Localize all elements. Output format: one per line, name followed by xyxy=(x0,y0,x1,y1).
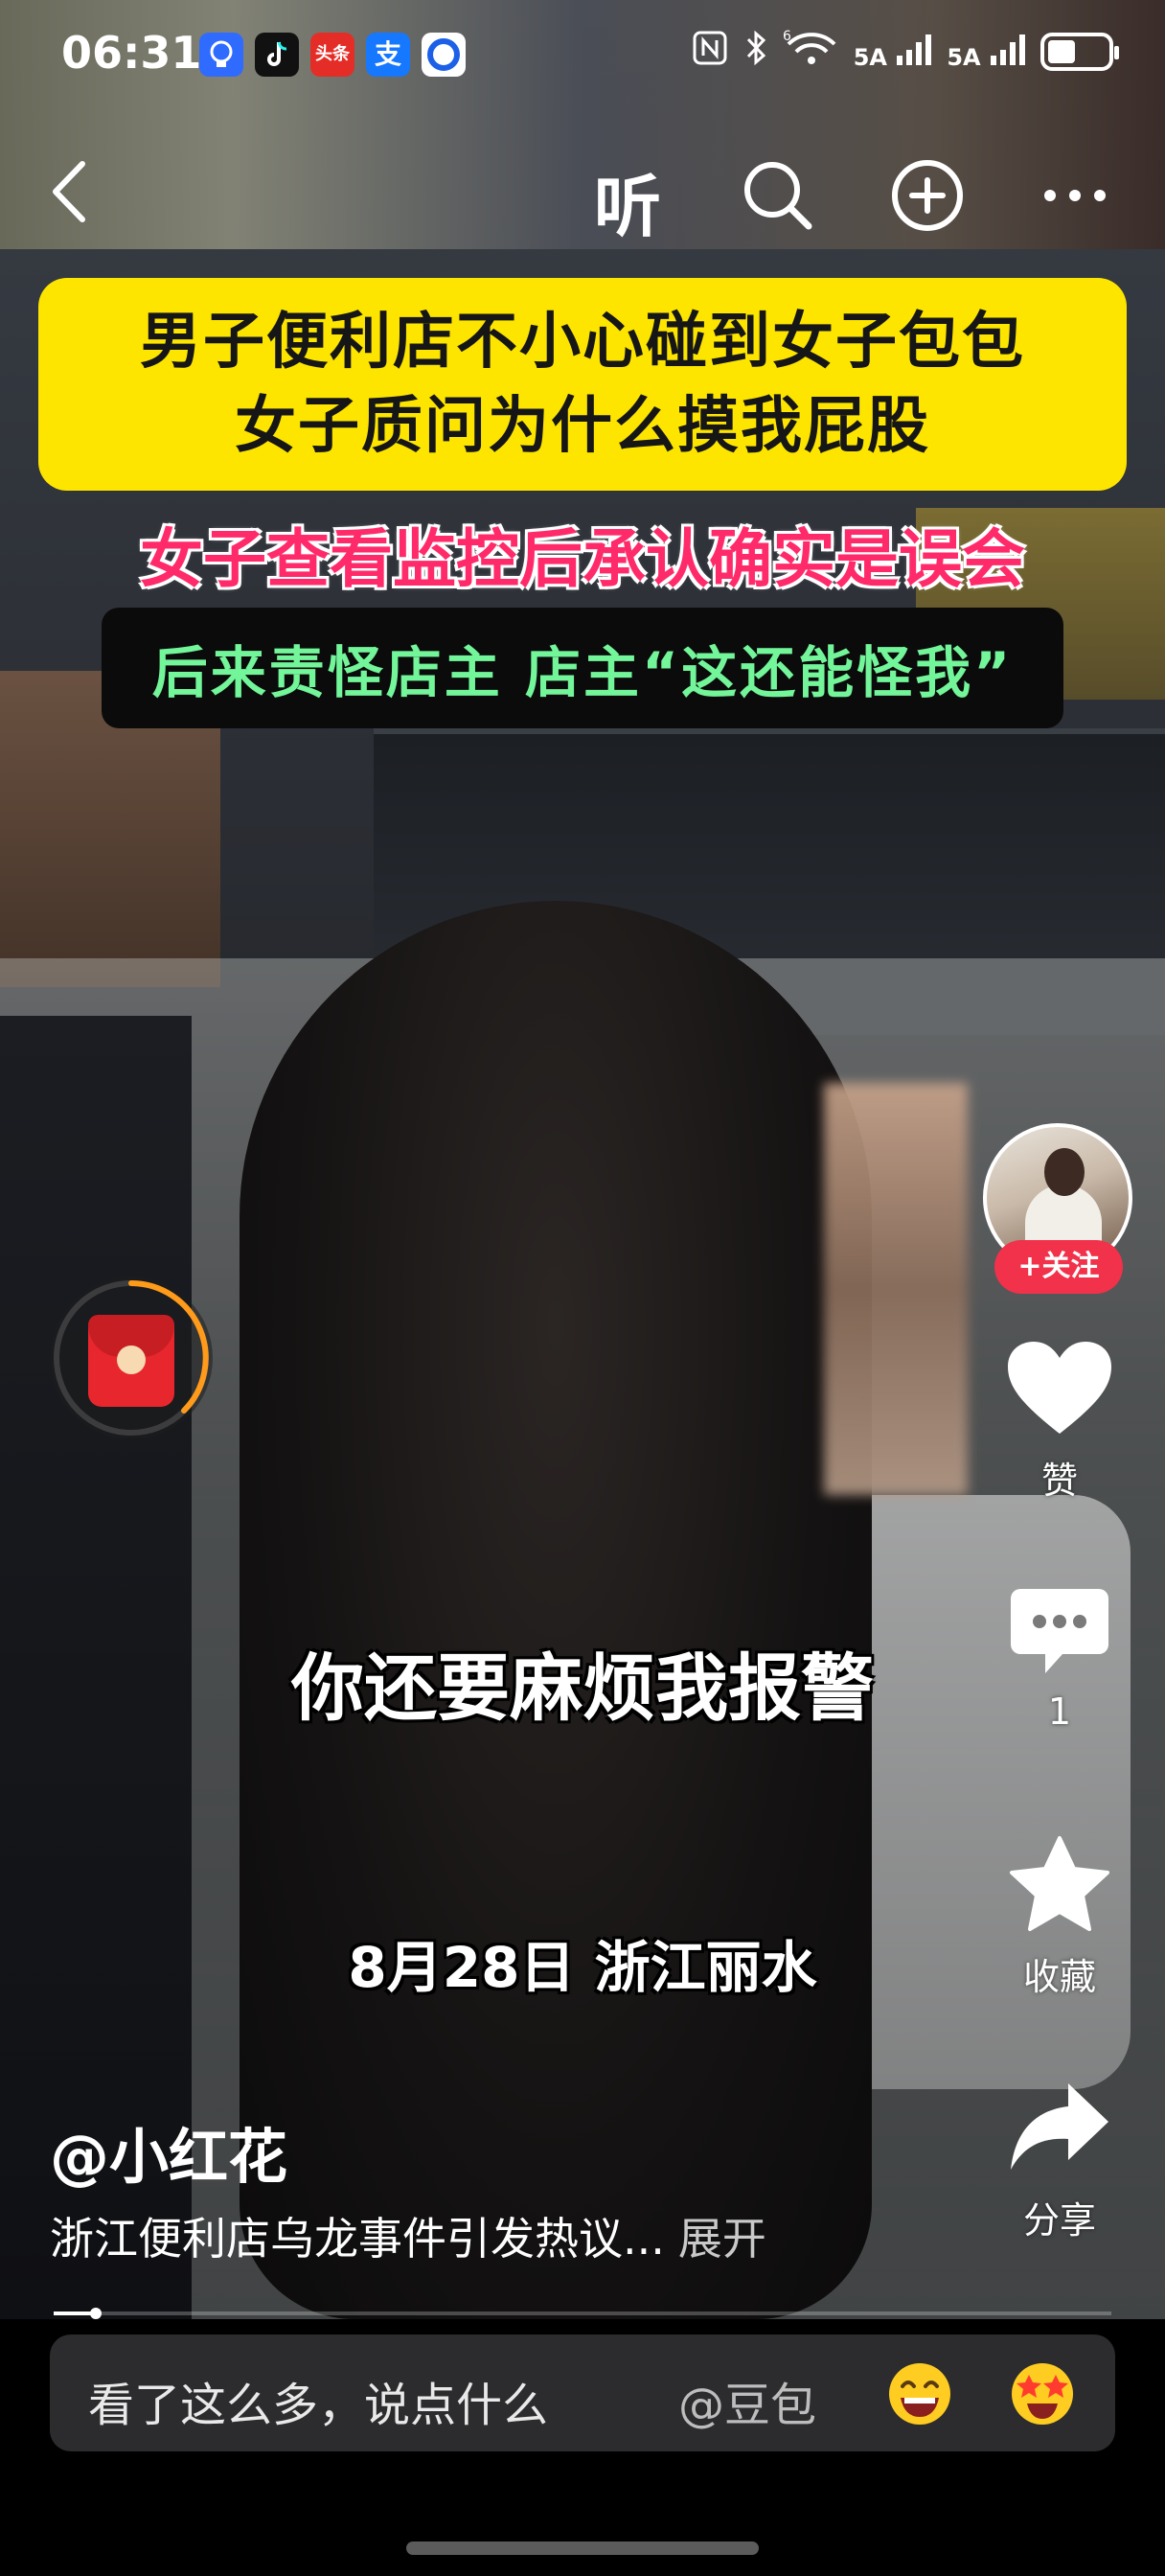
like-label: 赞 xyxy=(1040,1460,1078,1502)
nfc-icon xyxy=(691,29,729,75)
status-time: 06:31 xyxy=(61,27,202,79)
star-icon xyxy=(1010,1836,1109,1931)
red-packet-button[interactable] xyxy=(50,1276,213,1439)
headline-line-2: 女子质问为什么摸我屁股 xyxy=(235,391,930,462)
mention-doubao-button[interactable]: @豆包 xyxy=(678,2367,816,2434)
video-subtitle: 你还要麻烦我报警 xyxy=(291,1645,874,1731)
browser-icon xyxy=(422,33,466,77)
avatar-figure-head xyxy=(1044,1148,1085,1196)
back-arrow-icon[interactable] xyxy=(46,158,94,225)
share-label: 分享 xyxy=(1022,2199,1096,2242)
heart-icon xyxy=(1008,1342,1111,1434)
comment-placeholder: 看了这么多，说点什么 xyxy=(88,2379,549,2432)
green-caption: 后来责怪店主 店主“这还能怪我” xyxy=(102,608,1063,728)
video-progress-bar[interactable] xyxy=(54,2308,1111,2319)
more-options-icon[interactable] xyxy=(1037,157,1113,234)
expand-link[interactable]: 展开 xyxy=(678,2213,766,2265)
favorite-button[interactable]: 收藏 xyxy=(993,1834,1127,2000)
status-indicators: 6 5A 5A xyxy=(691,29,1119,75)
headline-caption: 男子便利店不小心碰到女子包包 女子质问为什么摸我屁股 xyxy=(38,278,1127,491)
add-circle-icon[interactable] xyxy=(889,157,966,234)
tiktok-icon xyxy=(255,33,299,77)
bluetooth-icon xyxy=(742,29,769,75)
status-bar: 06:31 头条 支 6 5A 5A xyxy=(0,0,1165,115)
favorite-label: 收藏 xyxy=(1022,1956,1096,1998)
share-arrow-icon xyxy=(1011,2083,1108,2170)
alipay-icon: 支 xyxy=(366,33,410,77)
signal-strength-2: 5A xyxy=(947,33,1027,71)
author-name[interactable]: @小红花 xyxy=(50,2108,287,2195)
grinning-emoji-icon[interactable] xyxy=(885,2359,954,2428)
date-location-caption: 8月28日 浙江丽水 xyxy=(348,1935,817,2000)
like-button[interactable]: 赞 xyxy=(993,1338,1127,1504)
signal-label-2: 5A xyxy=(947,44,981,71)
share-button[interactable]: 分享 xyxy=(993,2078,1127,2243)
comment-count: 1 xyxy=(1047,1690,1072,1733)
signal-strength-1: 5A xyxy=(854,33,934,71)
comment-button[interactable]: 1 xyxy=(993,1585,1127,1733)
star-struck-emoji-icon[interactable] xyxy=(1008,2359,1077,2428)
bulb-icon xyxy=(199,33,243,77)
comment-input[interactable]: 看了这么多，说点什么 @豆包 xyxy=(50,2334,1115,2451)
video-description: 浙江便利店乌龙事件引发热议... 展开 xyxy=(50,2204,766,2267)
listen-button[interactable]: 听 xyxy=(594,153,661,250)
wifi-icon: 6 xyxy=(783,29,840,75)
search-icon[interactable] xyxy=(740,157,816,234)
comment-bubble-icon xyxy=(1011,1589,1108,1673)
home-indicator[interactable] xyxy=(406,2542,759,2555)
signal-label-1: 5A xyxy=(853,44,887,71)
headline-line-1: 男子便利店不小心碰到女子包包 xyxy=(140,307,1025,378)
pink-caption: 女子查看监控后承认确实是误会 xyxy=(140,522,1025,596)
toutiao-icon: 头条 xyxy=(310,33,354,77)
red-packet-coin xyxy=(117,1346,146,1374)
video-scene-blurred-face xyxy=(824,1083,968,1495)
video-scene-woman-hair xyxy=(240,901,872,2319)
description-text: 浙江便利店乌龙事件引发热议... xyxy=(50,2213,665,2265)
svg-text:6: 6 xyxy=(783,29,791,44)
battery-icon xyxy=(1040,33,1119,71)
follow-button[interactable]: +关注 xyxy=(994,1240,1123,1294)
